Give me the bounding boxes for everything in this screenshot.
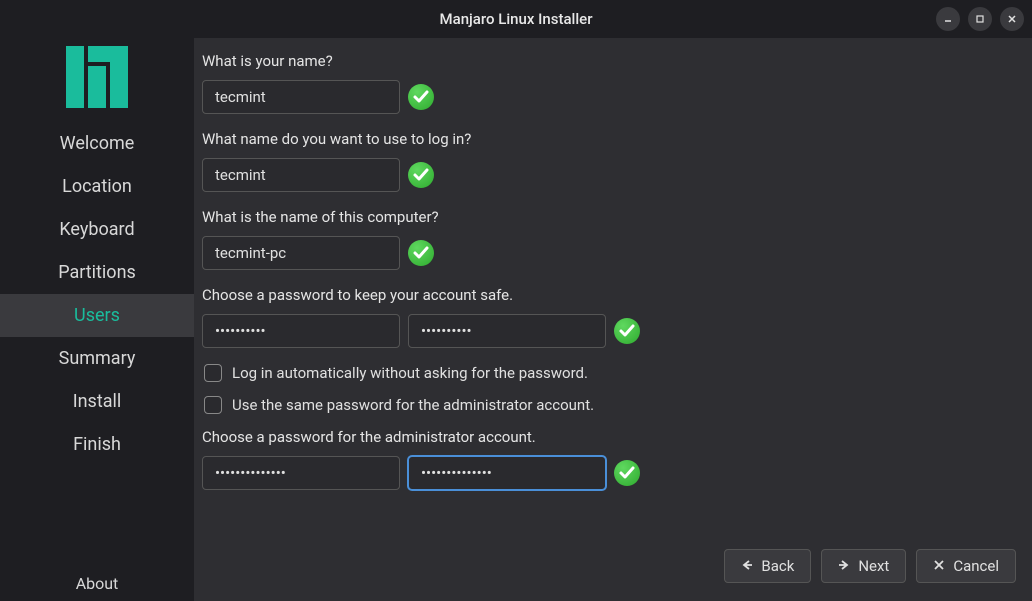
main-content: Welcome Location Keyboard Partitions Use… [0,38,1032,601]
password-input[interactable] [202,314,400,348]
next-label: Next [858,557,889,575]
check-icon [408,162,434,188]
name-label: What is your name? [202,52,1024,70]
next-button[interactable]: Next [821,549,906,583]
sidebar-item-location[interactable]: Location [0,165,194,208]
manjaro-logo-icon [66,46,128,108]
computer-row [202,236,1024,270]
about-label: About [76,574,119,593]
computer-input[interactable] [202,236,400,270]
minimize-button[interactable] [936,7,960,31]
same-password-row: Use the same password for the administra… [202,396,1024,414]
arrow-left-icon [741,557,753,575]
sidebar-item-install[interactable]: Install [0,380,194,423]
auto-login-row: Log in automatically without asking for … [202,364,1024,382]
sidebar-item-welcome[interactable]: Welcome [0,122,194,165]
admin-password-confirm-input[interactable] [408,456,606,490]
titlebar: Manjaro Linux Installer [0,0,1032,38]
form-panel: What is your name? What name do you want… [194,38,1032,601]
installer-window: Manjaro Linux Installer [0,0,1032,601]
check-icon [614,318,640,344]
same-password-checkbox[interactable] [204,396,222,414]
check-icon [408,240,434,266]
sidebar-items: Welcome Location Keyboard Partitions Use… [0,122,194,564]
sidebar-item-summary[interactable]: Summary [0,337,194,380]
password-label: Choose a password to keep your account s… [202,286,1024,304]
maximize-button[interactable] [968,7,992,31]
arrow-right-icon [838,557,850,575]
sidebar-item-label: Partitions [58,262,136,283]
admin-password-input[interactable] [202,456,400,490]
form-content: What is your name? What name do you want… [202,52,1024,541]
sidebar-item-label: Location [62,176,132,197]
admin-password-row [202,456,1024,490]
login-input[interactable] [202,158,400,192]
window-title: Manjaro Linux Installer [439,10,592,28]
check-icon [614,460,640,486]
login-row [202,158,1024,192]
computer-label: What is the name of this computer? [202,208,1024,226]
same-password-label: Use the same password for the administra… [232,396,594,414]
back-button[interactable]: Back [724,549,811,583]
name-input[interactable] [202,80,400,114]
auto-login-label: Log in automatically without asking for … [232,364,588,382]
sidebar-item-label: Install [73,391,122,412]
sidebar-item-label: Finish [73,434,121,455]
password-row [202,314,1024,348]
sidebar-item-finish[interactable]: Finish [0,423,194,466]
sidebar-item-label: Summary [59,348,136,369]
sidebar-item-label: Keyboard [59,219,134,240]
window-controls [936,7,1024,31]
about-link[interactable]: About [0,564,194,601]
check-icon [408,84,434,110]
close-icon [933,557,945,575]
sidebar-item-users[interactable]: Users [0,294,194,337]
sidebar-item-partitions[interactable]: Partitions [0,251,194,294]
name-row [202,80,1024,114]
password-confirm-input[interactable] [408,314,606,348]
auto-login-checkbox[interactable] [204,364,222,382]
sidebar-item-keyboard[interactable]: Keyboard [0,208,194,251]
footer-buttons: Back Next Cancel [202,541,1024,593]
cancel-label: Cancel [953,557,999,575]
cancel-button[interactable]: Cancel [916,549,1016,583]
back-label: Back [761,557,794,575]
sidebar-item-label: Users [74,305,120,326]
sidebar-item-label: Welcome [60,133,135,154]
login-label: What name do you want to use to log in? [202,130,1024,148]
sidebar: Welcome Location Keyboard Partitions Use… [0,38,194,601]
admin-password-label: Choose a password for the administrator … [202,428,1024,446]
close-button[interactable] [1000,7,1024,31]
